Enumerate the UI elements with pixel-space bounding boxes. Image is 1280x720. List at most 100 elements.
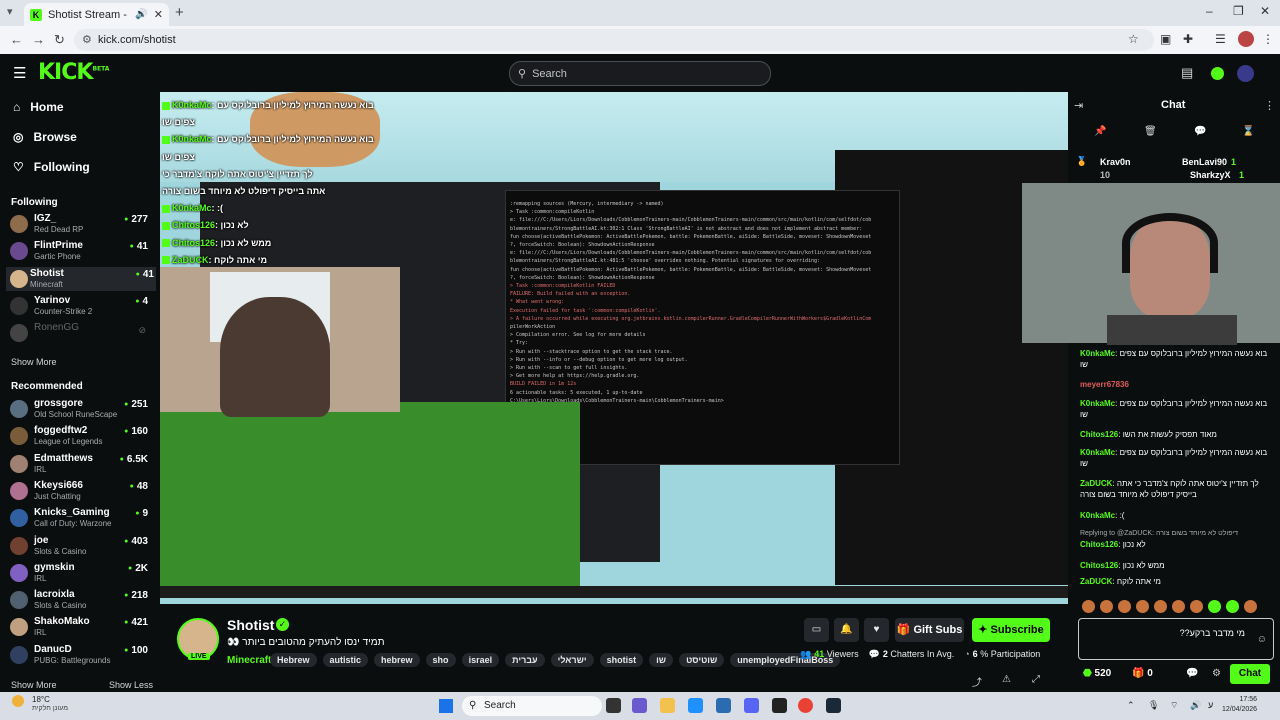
emote-icon[interactable] [1100, 600, 1113, 613]
stream-tag[interactable]: hebrew [374, 653, 420, 667]
stream-tag[interactable]: shotist [599, 653, 644, 667]
profile-avatar[interactable] [1238, 31, 1254, 47]
stream-tag[interactable]: autistic [322, 653, 369, 667]
sidebar-item-browse[interactable]: ◎ Browse [13, 130, 77, 144]
chrome-icon[interactable] [798, 698, 813, 713]
gift-subs-button[interactable]: 🎁 Gift Subs [895, 618, 964, 642]
task-view-icon[interactable] [606, 698, 621, 713]
follow-button[interactable]: ♥ [864, 618, 889, 642]
weather-icon[interactable] [12, 695, 24, 707]
stream-tag[interactable]: שו [649, 653, 674, 667]
trash-icon[interactable]: 🗑 [1144, 126, 1157, 137]
show-more-recommended[interactable]: Show More [11, 680, 57, 690]
gifter-name[interactable]: Krav0n [1100, 157, 1131, 167]
mute-icon[interactable]: 🔊 [135, 9, 147, 20]
sidebar-channel[interactable]: YarinovCounter-Strike 2 4 [10, 294, 150, 318]
sidebar-channel[interactable]: ShotistMinecraft 41 [6, 266, 156, 291]
tab-list-icon[interactable]: ▾ [7, 5, 13, 18]
steam-icon[interactable] [826, 698, 841, 713]
chat-bubble-icon[interactable]: 💬 [1186, 668, 1198, 679]
new-tab-icon[interactable]: + [175, 4, 184, 21]
sidebar-channel[interactable]: DanucDPUBG: Battlegrounds 100 [10, 643, 150, 667]
volume-icon[interactable]: 🔊 [1190, 700, 1201, 711]
emote-icon[interactable] [1136, 600, 1149, 613]
media-icon[interactable]: ☰ [1215, 32, 1226, 46]
stream-tag[interactable]: israel [461, 653, 500, 667]
url-field[interactable]: ⚙ kick.com/shotist [74, 29, 1154, 51]
site-info-icon[interactable]: ⚙ [82, 29, 92, 51]
edge-icon[interactable] [688, 698, 703, 713]
chat-username[interactable]: K0nkaMc [1080, 448, 1115, 457]
back-icon[interactable]: ← [10, 32, 23, 47]
taskbar-search[interactable]: ⚲ Search [462, 696, 602, 716]
discord-icon[interactable] [744, 698, 759, 713]
report-icon[interactable]: ⚠ [1002, 674, 1011, 685]
store-icon[interactable] [716, 698, 731, 713]
hourglass-icon[interactable]: ⌛ [1242, 126, 1254, 137]
theater-icon[interactable]: ⤢ [1032, 674, 1040, 685]
gift-points[interactable]: 🎁 0 [1132, 668, 1153, 679]
forward-icon[interactable]: → [32, 32, 45, 47]
teams-icon[interactable] [632, 698, 647, 713]
language-indicator[interactable]: ע [1208, 700, 1213, 710]
file-explorer-icon[interactable] [660, 698, 675, 713]
stream-tag[interactable]: ישראלי [550, 653, 594, 667]
emote-icon[interactable] [1082, 600, 1095, 613]
sidebar-channel[interactable]: Knicks_GamingCall of Duty: Warzone 9 [10, 506, 150, 530]
emote-icon[interactable] [1154, 600, 1167, 613]
stream-category[interactable]: Minecraft [227, 655, 271, 666]
minimize-icon[interactable]: – [1206, 4, 1213, 18]
emote-icon[interactable] [1226, 600, 1239, 613]
reload-icon[interactable]: ↻ [54, 32, 65, 48]
extension-icon[interactable]: ▣ [1160, 32, 1171, 46]
notification-button[interactable]: 🔔 [834, 618, 859, 642]
sidebar-channel[interactable]: lacroixlaSlots & Casino 218 [10, 588, 150, 612]
github-icon[interactable] [772, 698, 787, 713]
send-chat-button[interactable]: Chat [1230, 664, 1270, 684]
sidebar-channel[interactable]: ShakoMakoIRL 421 [10, 615, 150, 639]
emote-icon[interactable] [1208, 600, 1221, 613]
search-input[interactable]: ⚲ Search [509, 61, 771, 86]
browser-tab[interactable]: K Shotist Stream - Watch Live 🔊 ✕ [24, 3, 169, 26]
show-less-recommended[interactable]: Show Less [109, 680, 153, 690]
chat-username[interactable]: K0nkaMc [1080, 399, 1115, 408]
emote-icon[interactable] [1190, 600, 1203, 613]
stream-tag[interactable]: Hebrew [270, 653, 317, 667]
collapse-chat-icon[interactable]: ⇥ [1074, 99, 1083, 112]
window-close-icon[interactable]: ✕ [1260, 4, 1270, 18]
chat-input[interactable]: מי מדבר ברקע?? ☺ [1078, 618, 1274, 660]
settings-icon[interactable]: ⚙ [1212, 668, 1221, 679]
sidebar-channel[interactable]: RonenGG ⊘ [10, 321, 150, 345]
emote-icon[interactable] [1118, 600, 1131, 613]
gifter-name[interactable]: SharkzyX [1190, 170, 1231, 180]
tab-close-icon[interactable]: ✕ [154, 8, 163, 21]
emote-icon[interactable] [1172, 600, 1185, 613]
sidebar-channel[interactable]: gymskinIRL 2K [10, 561, 150, 585]
extensions-puzzle-icon[interactable]: ✚ [1183, 32, 1193, 46]
chat-username[interactable]: meyerr67836 [1080, 380, 1129, 389]
pin-icon[interactable]: 📌 [1094, 126, 1106, 137]
bubble-icon[interactable]: 💬 [1194, 126, 1206, 137]
browser-menu-icon[interactable]: ⋮ [1262, 32, 1274, 46]
kick-icon[interactable] [1211, 67, 1224, 80]
chat-username[interactable]: K0nkaMc [1080, 349, 1115, 358]
emoji-picker-icon[interactable]: ☺ [1257, 634, 1267, 645]
sidebar-channel[interactable]: grossgoreOld School RuneScape 251 [10, 397, 150, 421]
chat-username[interactable]: Chitos126 [1080, 540, 1118, 549]
tray-chevron-icon[interactable]: ⌃ [1127, 700, 1135, 711]
maximize-icon[interactable]: ❐ [1233, 4, 1244, 18]
emote-icon[interactable] [1244, 600, 1257, 613]
stream-tag[interactable]: שוטיסט [679, 653, 725, 667]
sidebar-item-following[interactable]: ♡ Following [13, 160, 90, 174]
sidebar-channel[interactable]: Kkeysi666Just Chatting 48 [10, 479, 150, 503]
chat-username[interactable]: K0nkaMc [1080, 511, 1115, 520]
share-icon[interactable]: ⤴ [972, 674, 982, 689]
chat-username[interactable]: ZaDUCK [1080, 577, 1112, 586]
subscribe-button[interactable]: ✦ Subscribe [972, 618, 1050, 642]
chat-menu-icon[interactable]: ⋮ [1264, 99, 1275, 112]
sidebar-channel[interactable]: FlintPrimeGartic Phone 41 [10, 239, 150, 263]
hamburger-menu-icon[interactable]: ☰ [13, 64, 26, 82]
stream-tag[interactable]: עברית [505, 653, 545, 667]
clip-button[interactable]: ▭ [804, 618, 829, 642]
video-player[interactable]: :remapping sources (Mercury, intermediar… [160, 92, 1068, 604]
